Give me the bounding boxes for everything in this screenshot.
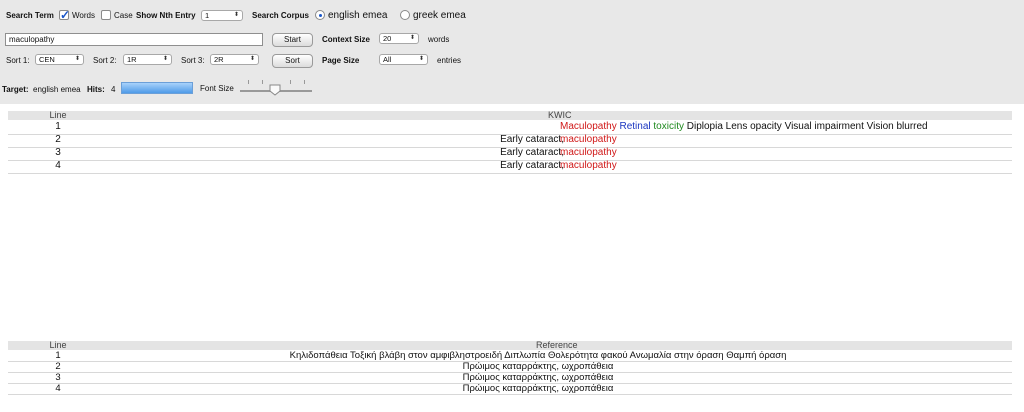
checkmark-icon: ✓ <box>60 8 71 22</box>
reference-text: Πρώιμος καταρράκτης, ωχροπάθεια <box>462 361 614 372</box>
kwic-keyword: maculopathy <box>560 160 617 171</box>
kwic-keyword: maculopathy <box>560 147 617 158</box>
start-button[interactable]: Start <box>272 33 313 47</box>
sort3-select[interactable]: 2R ⬍ <box>210 54 259 65</box>
reference-line-number: 3 <box>55 372 61 383</box>
kwic-context-term: toxicity <box>653 121 684 132</box>
sort-button[interactable]: Sort <box>272 54 313 68</box>
kwic-context-term: Retinal <box>619 121 651 132</box>
sort1-label: Sort 1: <box>6 56 30 65</box>
context-size-value: 20 <box>383 34 392 43</box>
sort1-value: CEN <box>39 55 55 64</box>
sort3-label: Sort 3: <box>181 56 205 65</box>
kwic-left-context: Early cataract, <box>500 147 564 158</box>
sort2-label: Sort 2: <box>93 56 117 65</box>
context-size-select[interactable]: 20 ⬍ <box>379 33 419 44</box>
kwic-header-line: Line <box>49 110 67 120</box>
kwic-right-context: maculopathy <box>560 160 617 172</box>
search-term-label: Search Term <box>6 11 54 20</box>
case-checkbox[interactable] <box>101 10 111 20</box>
kwic-context-term: Diplopia Lens opacity Visual impairment … <box>686 121 928 132</box>
reference-line-number: 2 <box>55 361 61 372</box>
words-label: Words <box>72 11 95 20</box>
kwic-line-number: 4 <box>55 160 61 171</box>
kwic-left-context: Early cataract, <box>500 134 564 145</box>
kwic-table-header: Line KWIC <box>8 111 1012 120</box>
reference-text: Πρώιμος καταρράκτης, ωχροπάθεια <box>462 383 614 394</box>
kwic-row: 4 Early cataract, maculopathy <box>8 160 1012 174</box>
nth-entry-select[interactable]: 1 ⬍ <box>201 10 243 21</box>
stepper-arrows-icon: ⬍ <box>418 56 424 62</box>
corpus-radio-english[interactable] <box>315 10 325 20</box>
words-unit-label: words <box>428 35 450 44</box>
kwic-right-context: Maculopathy Retinal toxicity Diplopia Le… <box>560 121 928 133</box>
stepper-arrows-icon: ⬍ <box>162 56 168 62</box>
reference-table-header: Line Reference <box>8 341 1012 350</box>
kwic-row: 1 Maculopathy Retinal toxicity Diplopia L… <box>8 121 1012 135</box>
page-size-select[interactable]: All ⬍ <box>379 54 428 65</box>
hits-progress-bar <box>121 82 193 94</box>
corpus-option-english[interactable]: english emea <box>328 10 387 21</box>
stepper-arrows-icon: ⬍ <box>409 35 415 41</box>
show-nth-entry-label: Show Nth Entry <box>136 11 196 20</box>
kwic-right-context: maculopathy <box>560 134 617 146</box>
slider-tick <box>290 80 291 84</box>
page-size-label: Page Size <box>322 56 360 65</box>
case-label: Case <box>114 11 133 20</box>
font-size-slider[interactable] <box>240 80 312 96</box>
kwic-row: 2 Early cataract, maculopathy <box>8 134 1012 148</box>
slider-thumb-icon[interactable] <box>269 84 281 96</box>
kwic-keyword: maculopathy <box>560 134 617 145</box>
hits-value: 4 <box>111 85 116 94</box>
stepper-arrows-icon: ⬍ <box>233 12 239 18</box>
kwic-right-context: maculopathy <box>560 147 617 159</box>
reference-row: 4 Πρώιμος καταρράκτης, ωχροπάθεια <box>8 383 1012 395</box>
search-input[interactable]: maculopathy <box>5 33 263 46</box>
words-checkbox[interactable]: ✓ <box>59 8 71 22</box>
slider-tick <box>262 80 263 84</box>
reference-line-number: 4 <box>55 383 61 394</box>
kwic-line-number: 2 <box>55 134 61 145</box>
entries-unit-label: entries <box>437 56 462 65</box>
reference-text: Πρώιμος καταρράκτης, ωχροπάθεια <box>462 372 614 383</box>
kwic-line-number: 1 <box>55 121 61 132</box>
kwic-keyword: Maculopathy <box>560 121 617 132</box>
stepper-arrows-icon: ⬍ <box>74 56 80 62</box>
reference-line-number: 1 <box>55 350 61 361</box>
sort1-select[interactable]: CEN ⬍ <box>35 54 84 65</box>
sort2-select[interactable]: 1R ⬍ <box>123 54 172 65</box>
reference-text: Κηλιδοπάθεια Τοξική βλάβη στον αμφιβληστ… <box>289 350 787 361</box>
slider-tick <box>248 80 249 84</box>
corpus-option-greek[interactable]: greek emea <box>413 10 466 21</box>
stepper-arrows-icon: ⬍ <box>249 56 255 62</box>
reference-header-line: Line <box>49 340 67 350</box>
hits-label: Hits: <box>87 85 105 94</box>
context-size-label: Context Size <box>322 35 371 44</box>
kwic-row: 3 Early cataract, maculopathy <box>8 147 1012 161</box>
kwic-header-kwic: KWIC <box>548 110 572 120</box>
sort2-value: 1R <box>127 55 137 64</box>
search-corpus-label: Search Corpus <box>252 11 309 20</box>
slider-tick <box>304 80 305 84</box>
sort3-value: 2R <box>214 55 224 64</box>
page-size-value: All <box>383 55 392 64</box>
target-label: Target: <box>2 85 29 94</box>
corpus-radio-greek[interactable] <box>400 10 410 20</box>
kwic-left-context: Early cataract, <box>500 160 564 171</box>
font-size-label: Font Size <box>200 84 234 93</box>
nth-entry-value: 1 <box>205 11 210 20</box>
reference-header-reference: Reference <box>536 340 578 350</box>
kwic-line-number: 3 <box>55 147 61 158</box>
target-value: english emea <box>33 85 81 94</box>
